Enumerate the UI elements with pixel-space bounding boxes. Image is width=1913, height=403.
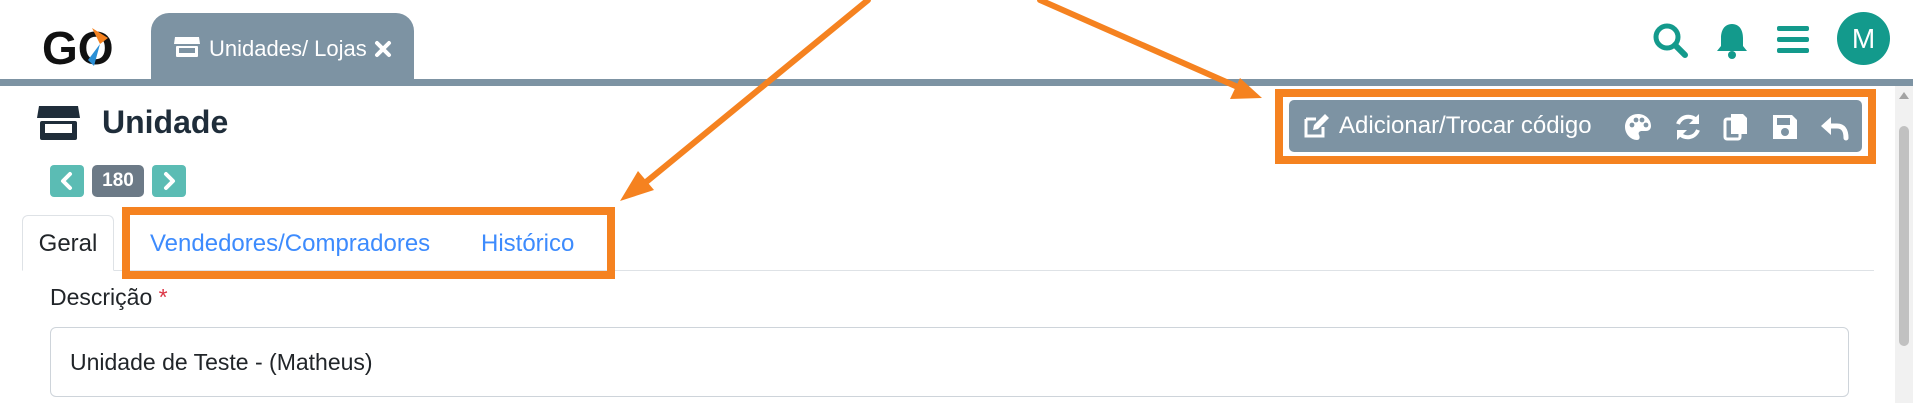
page-title: Unidade (102, 104, 229, 140)
chevron-left-icon (61, 172, 72, 190)
tab-vendedores-compradores[interactable]: Vendedores/Compradores (150, 229, 430, 259)
open-tab-label: Unidades/ Lojas (209, 36, 367, 61)
save-icon[interactable] (1770, 112, 1800, 142)
bell-icon[interactable] (1712, 20, 1752, 60)
tab-geral[interactable]: Geral (22, 215, 114, 271)
refresh-icon[interactable] (1673, 112, 1703, 142)
record-toolbar: Adicionar/Trocar código (1289, 100, 1862, 152)
chevron-right-icon (164, 172, 175, 190)
undo-icon[interactable] (1819, 112, 1849, 142)
descricao-label-text: Descrição (50, 284, 153, 310)
descricao-label: Descrição * (50, 282, 168, 312)
top-bar-divider (0, 79, 1913, 86)
record-number: 180 (92, 165, 144, 197)
descricao-input[interactable] (50, 327, 1849, 397)
search-icon[interactable] (1650, 20, 1690, 60)
page-scrollbar[interactable] (1895, 86, 1913, 403)
top-bar: GO Unidades/ Lojas M (0, 0, 1913, 80)
menu-icon[interactable] (1773, 20, 1813, 60)
copy-icon[interactable] (1721, 112, 1751, 142)
scroll-thumb[interactable] (1899, 126, 1909, 346)
next-record-button[interactable] (152, 165, 186, 197)
go-logo[interactable]: GO (40, 14, 124, 74)
tab-historico[interactable]: Histórico (481, 229, 574, 259)
user-avatar[interactable]: M (1837, 12, 1890, 65)
store-icon (37, 106, 80, 140)
close-icon[interactable] (373, 39, 393, 59)
edit-icon (1304, 114, 1329, 138)
store-icon (174, 37, 200, 57)
palette-icon[interactable] (1623, 112, 1653, 142)
open-tab-unidades-lojas[interactable]: Unidades/ Lojas (151, 13, 414, 80)
add-change-code-label: Adicionar/Trocar código (1339, 112, 1592, 139)
scroll-up-icon[interactable] (1899, 92, 1909, 99)
required-mark: * (158, 284, 168, 310)
logo-text: GO (42, 22, 114, 74)
previous-record-button[interactable] (50, 165, 84, 197)
